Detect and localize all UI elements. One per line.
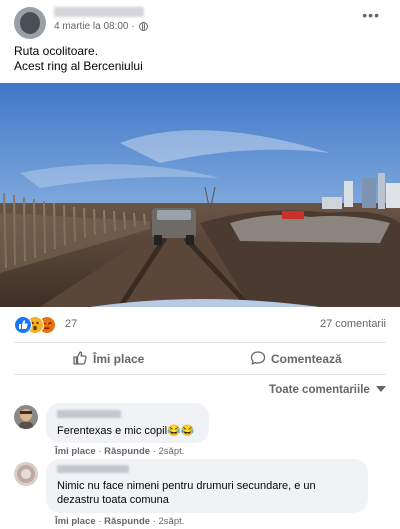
comment-button[interactable]: Comentează [250, 350, 342, 368]
comment-reply-link[interactable]: Răspunde [104, 516, 150, 527]
reactions-summary: 27 27 comentarii [14, 316, 386, 334]
comments-sort-label: Toate comentariile [269, 384, 370, 396]
comment-time[interactable]: 2săpt. [159, 516, 185, 527]
comment-text: Nimic nu face nimeni pentru drumuri secu… [57, 479, 316, 507]
comment-bubble: Ferentexas e mic copil😂😂 [46, 403, 209, 443]
comment-actions: Îmi place · Răspunde · 2săpt. [55, 516, 185, 527]
like-button-label: Îmi place [93, 352, 145, 366]
post-text-line: Ruta ocolitoare. [14, 44, 99, 58]
like-button[interactable]: Îmi place [72, 350, 144, 368]
caret-down-icon [376, 386, 386, 392]
comment-text: Ferentexas e mic copil😂😂 [57, 425, 195, 437]
reaction-count[interactable]: 27 [65, 318, 77, 330]
author-name-redacted[interactable] [54, 7, 144, 17]
post-text: Ruta ocolitoare. Acest ring al Berceniul… [14, 44, 143, 74]
commenter-avatar[interactable] [14, 405, 38, 429]
comment-count[interactable]: 27 comentarii [320, 318, 386, 330]
comment-actions: Îmi place · Răspunde · 2săpt. [55, 446, 185, 457]
comment-time[interactable]: 2săpt. [159, 446, 185, 457]
comment-text-line: dezastru toata comuna [57, 494, 169, 506]
post-date[interactable]: 4 martie la 08:00 [54, 21, 129, 32]
post-text-line: Acest ring al Berceniului [14, 59, 143, 73]
commenter-avatar[interactable] [14, 462, 38, 486]
comment-button-label: Comentează [271, 352, 342, 366]
thumbs-up-icon [73, 351, 87, 365]
dirt-road-photo [0, 83, 400, 307]
post-header: 4 martie la 08:00 · ••• [0, 0, 400, 40]
comment-text-line: Nimic nu face nimeni pentru drumuri secu… [57, 480, 316, 492]
divider [14, 374, 386, 375]
comments-sort-dropdown[interactable]: Toate comentariile [269, 384, 386, 396]
more-options-icon[interactable]: ••• [362, 7, 380, 23]
commenter-name-redacted[interactable] [57, 410, 121, 418]
post-photo[interactable] [0, 83, 400, 307]
comment-reply-link[interactable]: Răspunde [104, 446, 150, 457]
comment-bubble: Nimic nu face nimeni pentru drumuri secu… [46, 459, 368, 513]
comment-icon [250, 351, 266, 365]
comment-like-link[interactable]: Îmi place [55, 446, 96, 457]
post-meta: 4 martie la 08:00 · [54, 21, 149, 32]
divider [14, 342, 386, 343]
globe-icon [139, 22, 149, 31]
comment-like-link[interactable]: Îmi place [55, 516, 96, 527]
like-reaction-icon[interactable] [14, 316, 32, 334]
author-avatar[interactable] [14, 7, 46, 39]
commenter-name-redacted[interactable] [57, 465, 129, 473]
